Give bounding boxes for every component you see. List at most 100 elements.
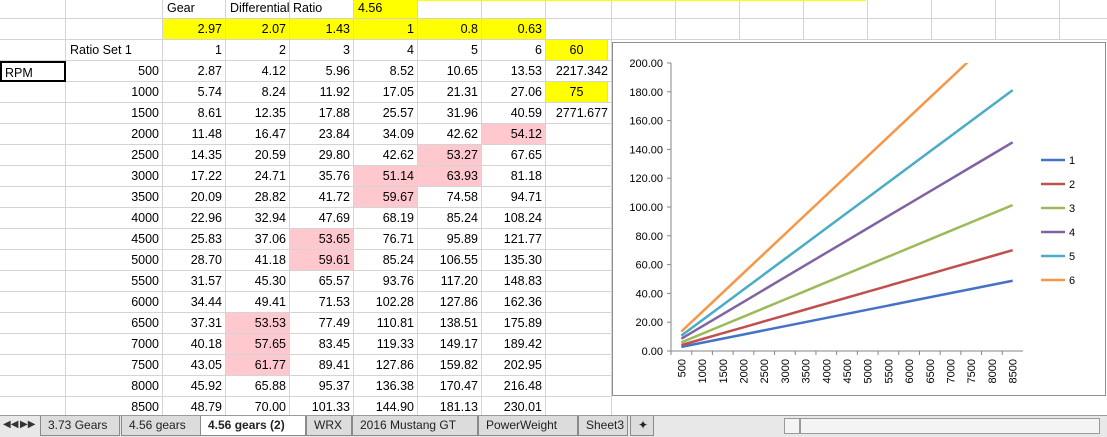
speed-value-cell[interactable]: 65.88 (226, 376, 290, 397)
speed-value-cell[interactable]: 32.94 (226, 208, 290, 229)
speed-value-cell[interactable]: 138.51 (418, 313, 482, 334)
empty-cell[interactable] (0, 334, 66, 355)
first-sheet-icon[interactable]: ◀◀ (3, 419, 18, 430)
rpm-value-cell[interactable]: 4000 (66, 208, 163, 229)
speed-value-cell[interactable]: 175.89 (482, 313, 546, 334)
empty-cell[interactable] (546, 271, 612, 292)
empty-cell[interactable] (0, 376, 66, 397)
empty-cell[interactable] (0, 313, 66, 334)
empty-cell[interactable] (0, 145, 66, 166)
series-line-3[interactable] (680, 203, 1014, 344)
speed-value-cell[interactable]: 5.74 (163, 82, 226, 103)
speed-value-cell[interactable]: 85.24 (418, 208, 482, 229)
empty-cell[interactable] (546, 229, 612, 250)
rpm-value-cell[interactable]: 5000 (66, 250, 163, 271)
speed-value-cell[interactable]: 71.53 (290, 292, 354, 313)
empty-cell[interactable] (868, 0, 932, 19)
speed-value-cell[interactable]: 40.18 (163, 334, 226, 355)
empty-cell[interactable] (546, 187, 612, 208)
empty-cell[interactable] (546, 250, 612, 271)
speed-value-cell[interactable]: 42.62 (354, 145, 418, 166)
gear-number-cell[interactable]: 4 (354, 40, 418, 61)
speed-value-cell[interactable]: 136.38 (354, 376, 418, 397)
rpm-value-cell[interactable]: 5500 (66, 271, 163, 292)
speed-value-cell[interactable]: 28.70 (163, 250, 226, 271)
sheet-tab[interactable]: WRX (306, 416, 352, 436)
speed-value-cell[interactable]: 40.59 (482, 103, 546, 124)
empty-cell[interactable] (804, 19, 868, 40)
insert-sheet-icon[interactable]: ✦ (630, 416, 654, 436)
speed-value-cell[interactable]: 43.05 (163, 355, 226, 376)
speed-value-cell[interactable]: 42.62 (418, 124, 482, 145)
speed-value-cell[interactable]: 11.92 (290, 82, 354, 103)
gear-ratio-cell[interactable]: 2.97 (163, 19, 226, 40)
speed-value-cell[interactable]: 159.82 (418, 355, 482, 376)
sheet-tab[interactable]: PowerWeight (478, 416, 578, 436)
empty-cell[interactable] (1060, 19, 1107, 40)
speed-value-cell[interactable]: 20.09 (163, 187, 226, 208)
speed-value-cell[interactable]: 95.37 (290, 376, 354, 397)
speed-value-cell[interactable]: 41.72 (290, 187, 354, 208)
speed-value-cell[interactable]: 53.27 (418, 145, 482, 166)
empty-cell[interactable] (0, 355, 66, 376)
speed-value-cell[interactable]: 45.92 (163, 376, 226, 397)
speed-value-cell[interactable]: 102.28 (354, 292, 418, 313)
empty-cell[interactable] (0, 229, 66, 250)
speed-value-cell[interactable]: 54.12 (482, 124, 546, 145)
empty-cell[interactable] (546, 166, 612, 187)
gear-ratio-cell[interactable]: 1 (354, 19, 418, 40)
speed-value-cell[interactable]: 41.18 (226, 250, 290, 271)
speed-value-cell[interactable]: 135.30 (482, 250, 546, 271)
speed-value-cell[interactable]: 23.84 (290, 124, 354, 145)
empty-cell[interactable] (740, 19, 804, 40)
empty-cell[interactable] (546, 145, 612, 166)
series-line-1[interactable] (681, 279, 1013, 349)
horizontal-scrollbar[interactable] (800, 418, 1100, 434)
speed-value-cell[interactable]: 53.53 (226, 313, 290, 334)
speed-value-cell[interactable]: 25.83 (163, 229, 226, 250)
speed-value-cell[interactable]: 76.71 (354, 229, 418, 250)
rpm-value-cell[interactable]: 3500 (66, 187, 163, 208)
speed-value-cell[interactable]: 8.52 (354, 61, 418, 82)
speed-value-cell[interactable]: 106.55 (418, 250, 482, 271)
speed-value-cell[interactable]: 74.58 (418, 187, 482, 208)
empty-cell[interactable] (612, 0, 676, 19)
rpm-value-cell[interactable]: 4500 (66, 229, 163, 250)
speed-value-cell[interactable]: 31.96 (418, 103, 482, 124)
speed-value-cell[interactable]: 29.80 (290, 145, 354, 166)
value-cell-60[interactable]: 60 (546, 40, 608, 61)
rpm-value-cell[interactable]: 7000 (66, 334, 163, 355)
speed-value-cell[interactable]: 85.24 (354, 250, 418, 271)
speed-value-cell[interactable]: 8.61 (163, 103, 226, 124)
speed-value-cell[interactable]: 162.36 (482, 292, 546, 313)
speed-value-cell[interactable]: 83.45 (290, 334, 354, 355)
speed-value-cell[interactable]: 59.61 (290, 250, 354, 271)
speed-value-cell[interactable]: 148.83 (482, 271, 546, 292)
side-value-cell[interactable]: 2217.342 (546, 61, 612, 82)
speed-value-cell[interactable]: 127.86 (354, 355, 418, 376)
series-line-6[interactable] (680, 43, 1012, 333)
rpm-value-cell[interactable]: 1000 (66, 82, 163, 103)
rpm-value-cell[interactable]: 7500 (66, 355, 163, 376)
empty-cell[interactable] (0, 40, 66, 61)
rpm-value-cell[interactable]: 2500 (66, 145, 163, 166)
rpm-value-cell[interactable]: 6000 (66, 292, 163, 313)
speed-value-cell[interactable]: 110.81 (354, 313, 418, 334)
rpm-value-cell[interactable]: 8000 (66, 376, 163, 397)
speed-value-cell[interactable]: 57.65 (226, 334, 290, 355)
speed-value-cell[interactable]: 34.09 (354, 124, 418, 145)
speed-value-cell[interactable]: 20.59 (226, 145, 290, 166)
empty-cell[interactable] (932, 0, 996, 19)
speed-value-cell[interactable]: 5.96 (290, 61, 354, 82)
speed-value-cell[interactable]: 49.41 (226, 292, 290, 313)
speed-value-cell[interactable]: 216.48 (482, 376, 546, 397)
empty-cell[interactable] (546, 355, 612, 376)
sheet-tab[interactable]: Sheet3 (578, 416, 628, 436)
speed-value-cell[interactable]: 51.14 (354, 166, 418, 187)
differential-ratio-value[interactable]: 4.56 (354, 0, 418, 19)
sheet-tab[interactable]: 3.73 Gears (40, 416, 120, 436)
speed-value-cell[interactable]: 95.89 (418, 229, 482, 250)
empty-cell[interactable] (418, 0, 482, 19)
rpm-value-cell[interactable]: 2000 (66, 124, 163, 145)
speed-value-cell[interactable]: 89.41 (290, 355, 354, 376)
